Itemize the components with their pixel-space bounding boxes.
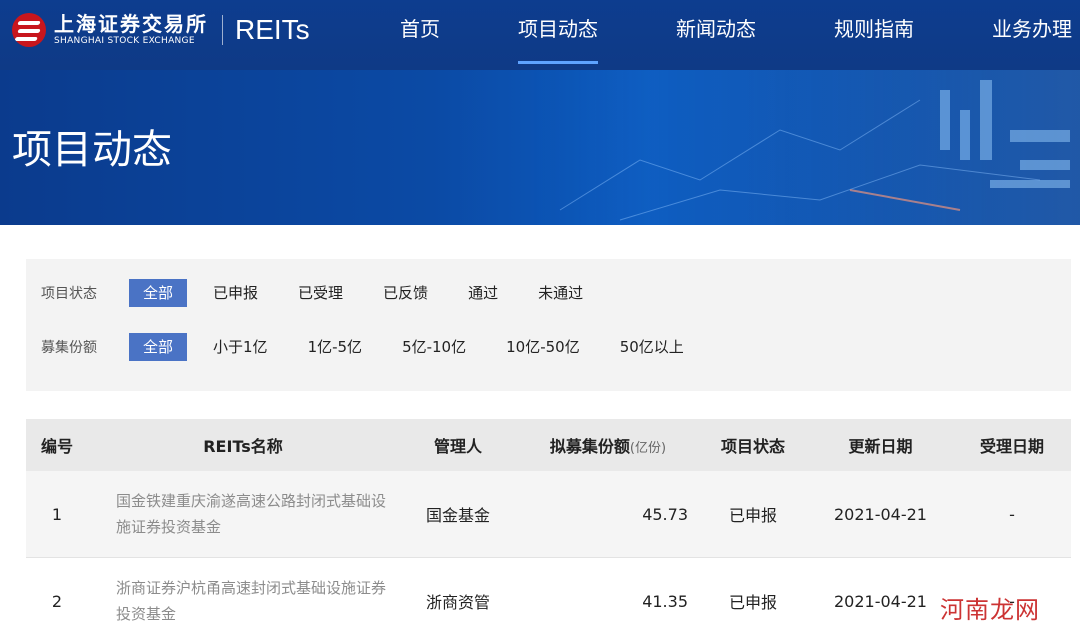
projects-table: 编号 REITs名称 管理人 拟募集份额(亿份) 项目状态 更新日期 受理日期 …: [26, 419, 1071, 640]
filter-label-status: 项目状态: [41, 286, 97, 302]
logo-english-name: SHANGHAI STOCK EXCHANGE: [54, 36, 195, 46]
filter-amount-10-50[interactable]: 10亿-50亿: [492, 333, 594, 361]
cell-status: 已申报: [728, 593, 777, 612]
cell-amount: 45.73: [642, 504, 688, 524]
cell-updated: 2021-04-21: [834, 504, 927, 524]
cell-name-link[interactable]: 浙商证券沪杭甬高速封闭式基础设施证券投资基金: [88, 575, 398, 627]
main-nav: 首页 项目动态 新闻动态 规则指南 业务办理: [380, 0, 1072, 70]
page-banner: 项目动态: [0, 70, 1080, 225]
table-header: 编号 REITs名称 管理人 拟募集份额(亿份) 项目状态 更新日期 受理日期: [26, 419, 1071, 471]
filter-label-amount: 募集份额: [41, 340, 97, 356]
filter-status-accepted[interactable]: 已受理: [284, 279, 357, 307]
filter-amount-1-5[interactable]: 1亿-5亿: [294, 333, 377, 361]
nav-rules-guide[interactable]: 规则指南: [834, 0, 914, 70]
filter-amount-lt1[interactable]: 小于1亿: [199, 333, 282, 361]
filter-amount-gt50[interactable]: 50亿以上: [606, 333, 698, 361]
filter-status-passed[interactable]: 通过: [454, 279, 512, 307]
table-row[interactable]: 1 国金铁建重庆渝遂高速公路封闭式基础设施证券投资基金 国金基金 45.73 已…: [26, 471, 1071, 558]
col-header-amount-unit: (亿份): [629, 441, 667, 456]
cell-status: 已申报: [728, 506, 777, 525]
col-header-status: 项目状态: [720, 437, 785, 456]
watermark-text: 河南龙网: [940, 596, 1040, 624]
filter-row-amount: 募集份额 全部 小于1亿 1亿-5亿 5亿-10亿 10亿-50亿 50亿以上: [41, 333, 710, 361]
table-row[interactable]: 2 浙商证券沪杭甬高速封闭式基础设施证券投资基金 浙商资管 41.35 已申报 …: [26, 558, 1071, 640]
filter-row-status: 项目状态 全部 已申报 已受理 已反馈 通过 未通过: [41, 279, 609, 307]
sse-emblem-icon: [12, 13, 46, 47]
logo-divider: [222, 15, 223, 45]
filter-amount-all[interactable]: 全部: [129, 333, 188, 361]
watermark: 河南龙网: [940, 590, 1040, 625]
nav-home[interactable]: 首页: [400, 0, 440, 70]
col-header-accepted: 受理日期: [979, 437, 1044, 456]
cell-name-link[interactable]: 国金铁建重庆渝遂高速公路封闭式基础设施证券投资基金: [88, 488, 398, 540]
top-navigation-bar: 上海证券交易所 SHANGHAI STOCK EXCHANGE REITs 首页…: [0, 0, 1080, 70]
cell-manager: 国金基金: [425, 506, 490, 525]
filter-status-feedback[interactable]: 已反馈: [369, 279, 442, 307]
filter-amount-5-10[interactable]: 5亿-10亿: [388, 333, 480, 361]
banner-decoration: [520, 70, 1080, 225]
product-name: REITs: [235, 14, 310, 45]
nav-business[interactable]: 业务办理: [992, 0, 1072, 70]
nav-news[interactable]: 新闻动态: [676, 0, 756, 70]
col-header-manager: 管理人: [433, 437, 482, 456]
col-header-amount-label: 拟募集份额: [549, 437, 630, 456]
filter-status-rejected[interactable]: 未通过: [524, 279, 597, 307]
col-header-no: 编号: [40, 437, 73, 456]
filter-status-all[interactable]: 全部: [129, 279, 188, 307]
page-title: 项目动态: [12, 127, 172, 173]
col-header-amount: 拟募集份额(亿份): [518, 433, 698, 457]
col-header-name: REITs名称: [203, 437, 283, 456]
logo-chinese-name: 上海证券交易所: [54, 12, 208, 36]
cell-manager: 浙商资管: [425, 593, 490, 612]
filter-panel: 项目状态 全部 已申报 已受理 已反馈 通过 未通过 募集份额 全部 小于1亿 …: [26, 259, 1071, 391]
filter-status-declared[interactable]: 已申报: [199, 279, 272, 307]
cell-no: 1: [51, 504, 63, 524]
sse-logo[interactable]: 上海证券交易所 SHANGHAI STOCK EXCHANGE REITs: [12, 10, 310, 50]
cell-no: 2: [51, 591, 63, 611]
nav-project-updates[interactable]: 项目动态: [518, 0, 598, 70]
cell-amount: 41.35: [642, 591, 688, 611]
cell-accepted: -: [1009, 504, 1015, 524]
col-header-updated: 更新日期: [848, 437, 913, 456]
cell-updated: 2021-04-21: [834, 591, 927, 611]
